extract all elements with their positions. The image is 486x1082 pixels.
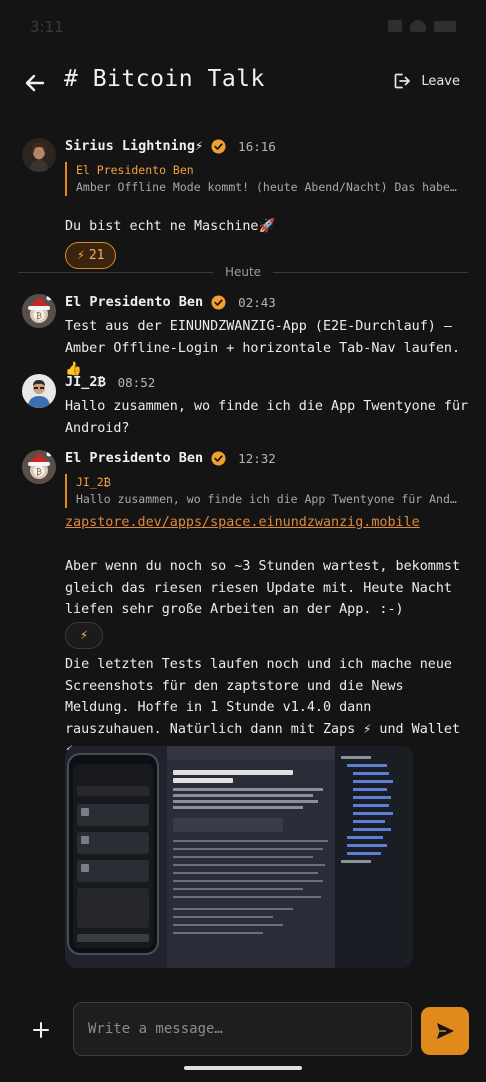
message-text: Test aus der EINUNDZWANZIG-App (E2E-Durc…	[65, 319, 461, 377]
back-button[interactable]	[20, 68, 50, 98]
reply-text: Hallo zusammen, wo finde ich die App Twe…	[76, 492, 463, 506]
reply-quote[interactable]: El Presidento Ben Amber Offline Mode kom…	[65, 162, 463, 196]
zap-reaction[interactable]: ⚡	[65, 622, 103, 649]
svg-text:₿: ₿	[36, 468, 42, 477]
home-indicator[interactable]	[184, 1066, 302, 1070]
reply-quote[interactable]: JI_2₿ Hallo zusammen, wo finde ich die A…	[65, 474, 463, 508]
image-attachment[interactable]	[65, 746, 413, 968]
arrow-left-icon	[25, 74, 45, 92]
status-bar: 3:11	[0, 0, 486, 52]
status-time: 3:11	[30, 18, 64, 36]
message-item: JI_2₿ 08:52 Hallo zusammen, wo finde ich…	[0, 374, 486, 442]
message-text: Aber wenn du noch so ~3 Stunden wartest,…	[65, 559, 461, 617]
message-input[interactable]	[73, 1002, 412, 1056]
wifi-icon	[410, 20, 426, 32]
channel-header: # Bitcoin Talk Leave	[0, 56, 486, 108]
verified-badge-icon	[211, 450, 226, 466]
reply-text: Amber Offline Mode kommt! (heute Abend/N…	[76, 180, 463, 194]
avatar-image: ₿	[22, 450, 56, 484]
zap-icon: ⚡	[77, 248, 85, 263]
day-divider: Heute	[18, 262, 469, 282]
author-name[interactable]: El Presidento Ben	[65, 450, 203, 466]
send-button[interactable]	[421, 1007, 469, 1055]
message-header: Sirius Lightning⚡ 16:16	[65, 138, 276, 154]
avatar[interactable]	[22, 374, 56, 408]
message-item: ₿ El Presidento Ben 02:43 Test aus der E…	[0, 294, 486, 377]
avatar[interactable]	[22, 138, 56, 172]
message-header: JI_2₿ 08:52	[65, 374, 155, 391]
zapstore-link[interactable]: zapstore.dev/apps/space.einundzwanzig.mo…	[65, 515, 420, 530]
divider-line	[18, 271, 213, 273]
channel-title: # Bitcoin Talk	[64, 66, 265, 92]
message-header: El Presidento Ben 02:43	[65, 294, 276, 310]
attachment-image	[65, 746, 413, 968]
zap-icon: ⚡	[80, 628, 88, 643]
message-list[interactable]: Sirius Lightning⚡ 16:16 El Presidento Be…	[0, 118, 486, 988]
message-composer	[0, 1000, 486, 1060]
plus-icon	[33, 1022, 49, 1038]
message-text: Du bist echt ne Maschine🚀	[65, 219, 276, 234]
leave-label: Leave	[421, 73, 460, 89]
verified-badge-icon	[211, 294, 226, 310]
day-label: Heute	[224, 265, 262, 279]
divider-line	[273, 271, 469, 273]
attach-button[interactable]	[28, 1017, 54, 1043]
status-icons	[388, 20, 456, 32]
message-time: 12:32	[238, 450, 276, 466]
message-time: 16:16	[238, 138, 276, 154]
avatar-image	[22, 374, 56, 408]
message-item: Sirius Lightning⚡ 16:16 El Presidento Be…	[0, 134, 486, 269]
avatar[interactable]: ₿	[22, 294, 56, 328]
author-name[interactable]: El Presidento Ben	[65, 294, 203, 310]
leave-button[interactable]: Leave	[393, 72, 460, 90]
signal-icon	[388, 20, 402, 32]
message-text: Hallo zusammen, wo finde ich die App Twe…	[65, 399, 469, 436]
svg-text:₿: ₿	[36, 312, 42, 321]
battery-icon	[434, 20, 456, 32]
message-link-line: zapstore.dev/apps/space.einundzwanzig.mo…	[65, 512, 470, 534]
author-name[interactable]: JI_2₿	[65, 374, 106, 391]
avatar[interactable]: ₿	[22, 450, 56, 484]
logout-icon	[394, 73, 411, 89]
send-icon	[437, 1023, 454, 1039]
verified-badge-icon	[211, 138, 226, 154]
author-name[interactable]: Sirius Lightning⚡	[65, 138, 203, 154]
reply-author: El Presidento Ben	[76, 163, 194, 177]
message-time: 02:43	[238, 294, 276, 310]
message-time: 08:52	[117, 375, 156, 390]
zap-count: 21	[88, 248, 105, 263]
message-header: El Presidento Ben 12:32	[65, 450, 276, 466]
avatar-image	[22, 138, 56, 172]
message-item: ₿ El Presidento Ben 12:32 JI_2₿ Hallo zu…	[0, 450, 486, 970]
avatar-image: ₿	[22, 294, 56, 328]
reply-author: JI_2₿	[76, 475, 111, 489]
